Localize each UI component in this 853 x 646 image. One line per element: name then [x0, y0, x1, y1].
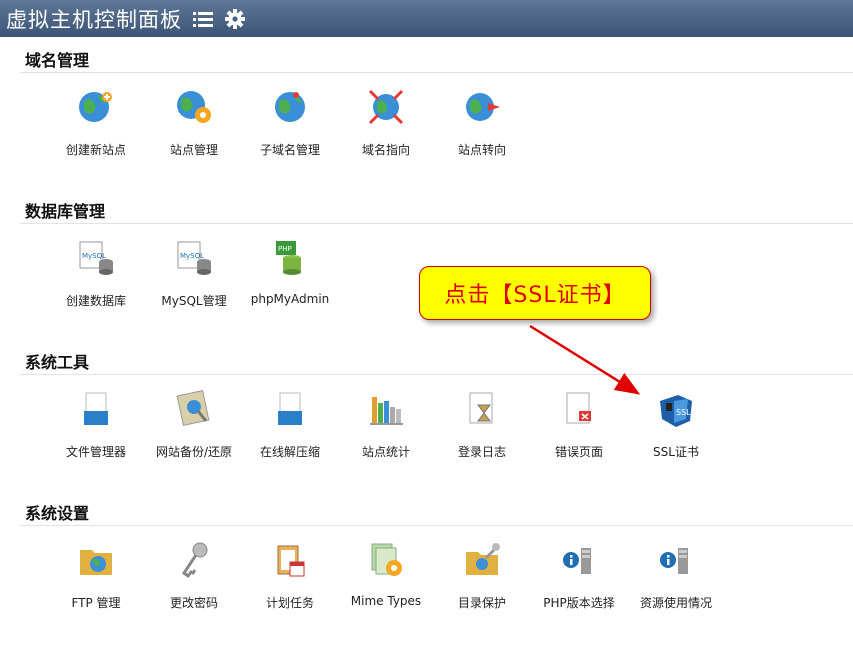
- scheduled-tasks-button[interactable]: 计划任务: [242, 540, 338, 611]
- file-manager-button[interactable]: 文件管理器: [48, 389, 144, 460]
- item-label: phpMyAdmin: [250, 292, 330, 306]
- info-server-icon: [660, 548, 688, 574]
- section-system-tools: 系统工具 文件管理器 网站备份/还原 在线解压缩 站点统计 登录日志 错误页面 …: [20, 352, 853, 495]
- item-label: 站点转向: [457, 143, 506, 157]
- list-icon[interactable]: [192, 9, 214, 29]
- directory-protect-button[interactable]: 目录保护: [434, 540, 530, 611]
- folder-key-icon: [466, 543, 500, 575]
- item-label: FTP 管理: [71, 596, 121, 610]
- globe-gear-icon: [177, 91, 211, 123]
- phpmyadmin-button[interactable]: PHP phpMyAdmin: [242, 238, 338, 306]
- php-db-icon: PHP: [276, 241, 301, 275]
- item-label: 在线解压缩: [259, 445, 320, 459]
- login-log-button[interactable]: 登录日志: [434, 389, 530, 460]
- site-redirect-button[interactable]: 站点转向: [434, 87, 530, 158]
- svg-text:PHP: PHP: [278, 245, 292, 253]
- svg-text:MySQL: MySQL: [180, 252, 204, 260]
- mysql-manage-button[interactable]: MySQL MySQL管理: [146, 238, 242, 309]
- section-title: 系统工具: [20, 352, 853, 375]
- site-stats-button[interactable]: 站点统计: [338, 389, 434, 460]
- error-page-icon: [566, 392, 591, 424]
- mysql-db-icon: MySQL: [79, 241, 113, 275]
- annotation-callout: 点击【SSL证书】: [419, 266, 651, 320]
- section-title: 数据库管理: [20, 201, 853, 224]
- ssl-certificate-icon: SSL: [660, 395, 692, 427]
- change-password-button[interactable]: 更改密码: [146, 540, 242, 611]
- item-label: 更改密码: [169, 596, 218, 610]
- mime-types-button[interactable]: Mime Types: [338, 540, 434, 608]
- item-label: SSL证书: [653, 445, 699, 459]
- item-label: 站点管理: [169, 143, 218, 157]
- create-database-button[interactable]: MySQL 创建数据库: [48, 238, 144, 309]
- svg-text:MySQL: MySQL: [82, 252, 106, 260]
- section-title: 域名管理: [20, 50, 853, 73]
- item-label: Mime Types: [350, 594, 422, 608]
- ftp-folder-icon: [80, 550, 112, 575]
- error-page-button[interactable]: 错误页面: [531, 389, 627, 460]
- log-hourglass-icon: [469, 392, 493, 424]
- item-label: 站点统计: [361, 445, 410, 459]
- item-label: 错误页面: [554, 445, 603, 459]
- header-bar: 虚拟主机控制面板: [0, 0, 853, 37]
- backup-restore-button[interactable]: 网站备份/还原: [146, 389, 242, 460]
- globe-redirect-icon: [466, 93, 500, 121]
- item-label: 域名指向: [361, 143, 410, 157]
- item-label: 文件管理器: [65, 445, 126, 459]
- item-label: 目录保护: [457, 596, 506, 610]
- section-system-settings: 系统设置 FTP 管理 更改密码 计划任务 Mime Types 目录保护 PH…: [20, 503, 853, 646]
- site-manage-button[interactable]: 站点管理: [146, 87, 242, 158]
- item-label: 资源使用情况: [639, 596, 712, 610]
- item-label: 网站备份/还原: [155, 445, 233, 459]
- ftp-manage-button[interactable]: FTP 管理: [48, 540, 144, 611]
- item-label: MySQL管理: [161, 294, 227, 308]
- info-server-icon: [563, 548, 591, 574]
- annotation-text: 点击【SSL证书】: [444, 283, 626, 308]
- calendar-clipboard-icon: [277, 545, 305, 577]
- section-title: 系统设置: [20, 503, 853, 526]
- item-label: PHP版本选择: [543, 596, 615, 610]
- mysql-manage-icon: MySQL: [177, 241, 211, 275]
- item-label: 计划任务: [265, 596, 314, 610]
- php-version-button[interactable]: PHP版本选择: [531, 540, 627, 611]
- subdomain-manage-button[interactable]: 子域名管理: [242, 87, 338, 158]
- backup-icon: [176, 390, 210, 426]
- file-manager-icon: [84, 392, 108, 425]
- section-domain: 域名管理 创建新站点 站点管理 子域名管理 域名指向 站点转向: [20, 50, 853, 193]
- globe-pointer-icon: [368, 89, 404, 125]
- key-icon: [181, 542, 208, 579]
- unzip-icon: [278, 392, 302, 425]
- item-label: 子域名管理: [259, 143, 320, 157]
- svg-text:SSL: SSL: [676, 408, 691, 417]
- item-label: 创建新站点: [65, 143, 126, 157]
- item-label: 创建数据库: [65, 294, 126, 308]
- bar-chart-icon: [370, 397, 403, 425]
- app-title: 虚拟主机控制面板: [6, 7, 182, 32]
- ssl-certificate-button[interactable]: SSL SSL证书: [628, 389, 724, 460]
- mime-gear-icon: [371, 543, 402, 576]
- create-site-button[interactable]: 创建新站点: [48, 87, 144, 158]
- item-label: 登录日志: [457, 445, 506, 459]
- resource-usage-button[interactable]: 资源使用情况: [628, 540, 724, 611]
- globe-plus-icon: [79, 92, 112, 122]
- globe-sub-icon: [275, 92, 305, 122]
- gear-icon[interactable]: [224, 8, 246, 30]
- online-unzip-button[interactable]: 在线解压缩: [242, 389, 338, 460]
- domain-pointer-button[interactable]: 域名指向: [338, 87, 434, 158]
